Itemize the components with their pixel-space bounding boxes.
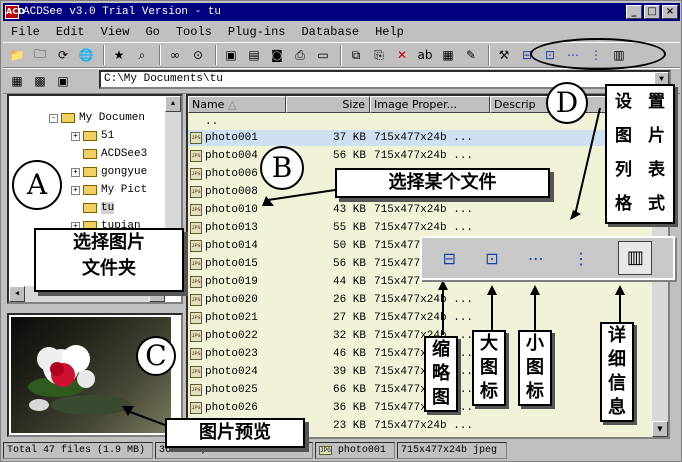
callout-line: 文件夹 bbox=[82, 258, 136, 279]
callout-char: 图 bbox=[480, 357, 498, 378]
callout-char: 图 bbox=[432, 387, 450, 408]
callout-thumbnail: 缩 略 图 bbox=[424, 336, 458, 412]
callout-select-file: 选择某个文件 bbox=[335, 168, 550, 198]
callout-char: 信 bbox=[608, 373, 626, 394]
callout-char: 详 bbox=[608, 325, 626, 346]
callout-char: 表 bbox=[648, 160, 665, 180]
list-view-icon: ⋮ bbox=[573, 248, 590, 268]
callout-large-icon: 大 图 标 bbox=[472, 330, 506, 406]
callout-char: 图 bbox=[615, 126, 632, 146]
thumbnail-view-icon: ⊟ bbox=[442, 248, 457, 268]
details-view-icon: ▥ bbox=[618, 241, 653, 275]
callout-line: 选择图片 bbox=[73, 232, 145, 253]
callout-char: 置 bbox=[648, 92, 665, 112]
callout-small-icon: 小 图 标 bbox=[518, 330, 552, 406]
callout-char: 大 bbox=[480, 333, 498, 354]
callout-char: 小 bbox=[526, 333, 544, 354]
label-d: D bbox=[546, 82, 588, 124]
large-icons-view-icon: ⊡ bbox=[485, 248, 499, 268]
arrow-to-file bbox=[267, 189, 336, 201]
label-b: B bbox=[260, 146, 304, 190]
view-mode-toolbar-magnified: ⊟ ⊡ ⋯ ⋮ ▥ bbox=[420, 236, 675, 280]
callout-char: 标 bbox=[526, 381, 544, 402]
label-c: C bbox=[136, 336, 176, 376]
callout-char: 息 bbox=[608, 397, 626, 418]
callout-char: 式 bbox=[648, 194, 665, 214]
callout-char: 图 bbox=[526, 357, 544, 378]
callout-char: 略 bbox=[432, 363, 450, 384]
callout-set-list-format: 设 置 图 片 列 表 格 式 bbox=[605, 84, 675, 224]
callout-char: 格 bbox=[615, 194, 632, 214]
callout-char: 列 bbox=[615, 160, 632, 180]
view-buttons-highlight bbox=[530, 38, 666, 70]
callout-preview: 图片预览 bbox=[165, 418, 305, 448]
arrow-preview bbox=[124, 409, 166, 426]
callout-char: 设 bbox=[615, 92, 632, 112]
callout-char: 片 bbox=[648, 126, 665, 146]
small-icons-view-icon: ⋯ bbox=[527, 248, 544, 268]
callout-char: 细 bbox=[608, 349, 626, 370]
callout-details: 详 细 信 息 bbox=[600, 322, 634, 422]
label-a: A bbox=[12, 160, 62, 210]
callout-char: 标 bbox=[480, 381, 498, 402]
arrow-to-toolbar bbox=[574, 107, 601, 216]
callout-select-folder: 选择图片 文件夹 bbox=[34, 228, 184, 292]
callout-char: 缩 bbox=[432, 339, 450, 360]
